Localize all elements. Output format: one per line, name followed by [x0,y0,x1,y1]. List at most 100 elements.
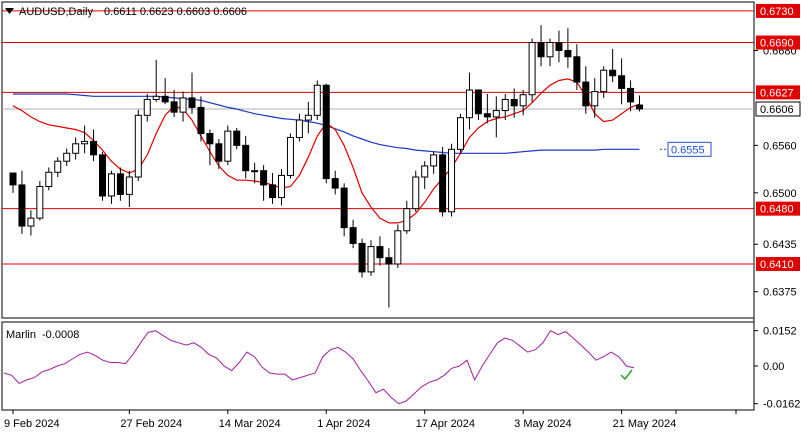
level-label: 0.6690 [760,38,794,50]
candle-body-down [510,98,518,107]
candle-body-up [63,152,71,162]
oscillator-tick-label: 0.0152 [763,326,797,338]
date-axis: 9 Feb 2024 27 Feb 2024 14 Mar 2024 1 Apr 20… [4,410,737,430]
candle-body-down [439,154,447,213]
date-tick-label: 17 Apr 2024 [416,418,475,430]
candle-body-up [304,114,312,121]
candle-body-down [170,101,178,113]
current-price-label: 0.6606 [760,104,794,116]
candle [457,113,464,154]
candle-body-up [179,97,187,113]
candle [224,125,232,166]
price-tick-label: 0.6560 [763,140,797,152]
candle-body-up [465,89,473,119]
price-panel [1,1,755,319]
date-tick-label: 9 Feb 2024 [4,418,60,430]
candle [439,146,447,217]
candle-body-down [161,95,169,103]
candle-body-up [430,154,438,167]
candle [313,80,321,121]
candle-body-down [206,133,214,145]
level-label: 0.6730 [760,6,794,18]
date-tick-label: 14 Mar 2024 [219,418,281,430]
date-tick-label: 1 Apr 2024 [317,418,370,430]
candle-body-down [340,187,348,229]
candle-body-up [125,176,133,195]
oscillator-panel [1,321,755,411]
candle-body-up [143,98,151,116]
candle-body-down [269,184,277,199]
candle [99,151,106,201]
candle-body-up [278,174,285,199]
candle-body-down [636,104,643,110]
candle-body-up [107,173,115,197]
candle-body-down [260,170,268,186]
level-label: 0.6480 [760,204,794,216]
candle-body-down [331,178,339,189]
ohlc-readout: 0.6611 0.6623 0.6603 0.6606 [104,6,247,18]
price-tick-label: 0.6435 [763,239,797,251]
candle-body-up [448,148,456,213]
candle-body-down [573,56,581,83]
candle-body-down [242,144,250,172]
candle-body-down [322,84,330,180]
annotation-label: 0.6555 [671,144,705,156]
oscillator-tick-label: -0.0162 [763,399,800,411]
candle [358,238,366,278]
candle-body-up [528,42,536,96]
candle-body-up [546,42,554,58]
candle [36,180,44,221]
candle-body-down [483,113,491,118]
candle-body-down [627,87,635,103]
candle-body-up [591,91,599,107]
candle-body-up [152,95,160,100]
candle-body-up [286,136,294,176]
indicator-value: -0.0008 [42,329,79,341]
candle-body-up [492,110,500,118]
candle-body-up [54,160,62,173]
date-tick-label: 21 May 2024 [613,418,677,430]
candle [448,143,456,217]
candle [394,224,402,268]
candle-body-down [99,154,106,197]
candle-body-up [295,119,303,138]
candle-body-down [474,89,482,115]
candle [412,170,420,212]
candle-body-up [224,130,232,162]
price-axis-labels: 0.66800.65600.65000.64350.63750.67300.66… [754,3,801,299]
candle-body-up [412,176,420,210]
candle-body-up [394,230,402,265]
candle-body-up [519,94,527,107]
candle-body-down [618,75,626,89]
candle-body-up [134,114,142,178]
candle-body-up [501,98,509,112]
candle-body-down [564,49,572,58]
candle-body-up [403,208,411,232]
candle [528,38,536,102]
price-tick-label: 0.6375 [763,287,797,299]
symbol-label: AUDUSD,Daily [19,6,93,18]
candle-body-up [251,170,259,173]
candle-body-up [421,165,429,178]
candle-body-up [313,84,321,116]
candle-body-up [27,217,35,227]
candle-body-down [555,42,563,51]
candle-body-down [376,246,384,259]
candle-body-up [45,171,53,187]
candle-body-down [358,242,366,273]
candle-body-up [367,246,375,273]
candle-body-down [215,143,223,162]
candle-body-down [233,130,241,146]
candle-body-up [600,69,608,93]
candle-body-down [537,42,545,58]
trading-chart: 0.66800.65600.65000.64350.63750.67300.66… [1,1,801,430]
candle-body-up [72,143,80,154]
oscillator-axis-labels: 0.0152 0.00 -0.0162 [754,326,800,411]
indicator-name: Marlin [6,329,36,341]
candle-body-up [36,185,44,219]
candle-body-down [90,140,98,156]
candle-body-down [18,184,26,227]
candle-body-up [457,117,464,150]
candle-body-down [197,106,205,135]
candle-body-up [81,140,89,145]
